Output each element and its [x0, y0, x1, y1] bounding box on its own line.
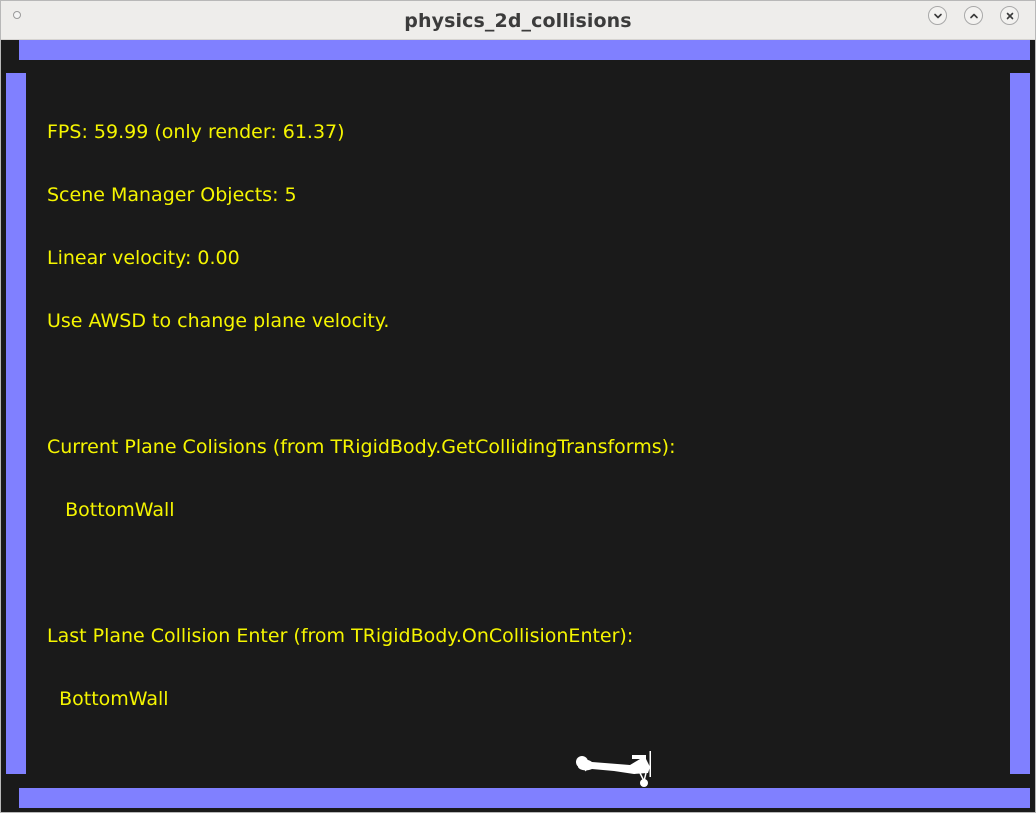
velocity-text: Linear velocity: 0.00: [47, 247, 240, 269]
fps-text: FPS: 59.99 (only render: 61.37): [47, 121, 345, 143]
controls-hint-text: Use AWSD to change plane velocity.: [47, 310, 390, 332]
last-collision-value: BottomWall: [47, 688, 169, 710]
chevron-down-icon: [933, 13, 942, 18]
left-wall: [6, 73, 26, 774]
game-viewport[interactable]: FPS: 59.99 (only render: 61.37) Scene Ma…: [6, 40, 1030, 808]
top-wall: [19, 40, 1030, 60]
current-collisions-header: Current Plane Colisions (from TRigidBody…: [47, 436, 676, 458]
app-window: physics_2d_collisions FPS: 59.99 (only r…: [0, 0, 1036, 813]
close-button[interactable]: [1000, 6, 1019, 25]
title-bar[interactable]: physics_2d_collisions: [1, 1, 1035, 40]
current-collisions-value: BottomWall: [47, 499, 175, 521]
bottom-wall: [19, 788, 1030, 808]
chevron-up-icon: [969, 13, 978, 18]
window-title: physics_2d_collisions: [404, 10, 632, 32]
objects-count-text: Scene Manager Objects: 5: [47, 184, 297, 206]
close-icon: [1006, 12, 1013, 19]
last-collision-header: Last Plane Collision Enter (from TRigidB…: [47, 625, 634, 647]
right-wall: [1010, 73, 1030, 774]
maximize-button[interactable]: [964, 6, 983, 25]
minimize-button[interactable]: [928, 6, 947, 25]
plane-sprite: [576, 751, 651, 787]
hud-overlay: FPS: 59.99 (only render: 61.37) Scene Ma…: [47, 80, 675, 752]
